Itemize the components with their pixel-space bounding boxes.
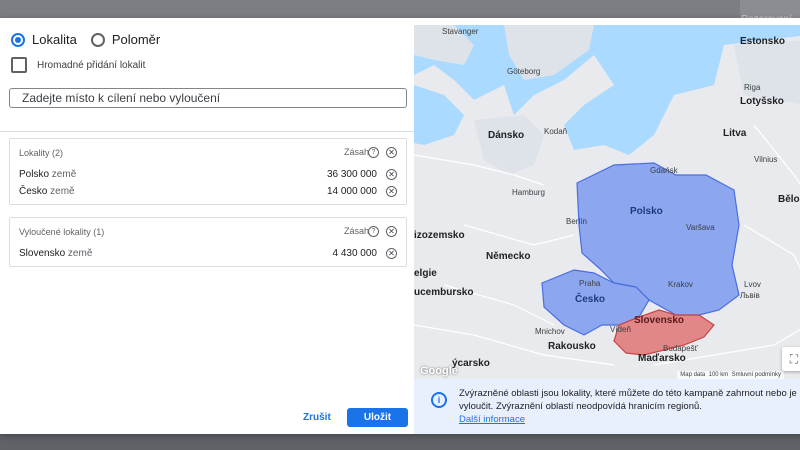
location-name: Slovensko [19, 248, 66, 259]
google-logo: Google [420, 365, 458, 377]
info-icon: i [431, 392, 447, 408]
location-name: Polsko [19, 169, 50, 180]
remove-location-icon[interactable]: ✕ [386, 186, 397, 197]
targeted-card-header: Lokality (2) Zásah ? ✕ [10, 139, 406, 167]
location-row: Česko země 14 000 000 ✕ [10, 184, 406, 201]
map-label-stavanger: Stavanger [442, 27, 479, 36]
page-backdrop [0, 0, 800, 18]
location-reach: 4 430 000 [332, 248, 378, 259]
radio-radius-label[interactable]: Poloměr [112, 32, 160, 47]
location-reach: 36 300 000 [326, 169, 377, 180]
map-label-kodan: Kodaň [544, 127, 568, 136]
map-label-cesko: Česko [575, 294, 606, 305]
map-label-riga: Riga [744, 83, 761, 92]
map-label-varsava: Varšava [686, 223, 715, 232]
location-dialog: Lokalita Poloměr Hromadné přidání lokali… [0, 18, 800, 434]
location-type: země [50, 186, 75, 197]
learn-more-link[interactable]: Další informace [459, 413, 799, 426]
excluded-card-header: Vyloučené lokality (1) Zásah ? ✕ [10, 218, 406, 246]
location-row: Polsko země 36 300 000 ✕ [10, 167, 406, 184]
map-terms-link[interactable]: Smluvní podmínky [732, 372, 781, 378]
cancel-button[interactable]: Zrušit [297, 410, 337, 425]
radio-radius[interactable] [90, 32, 105, 47]
location-row: Slovensko země 4 430 000 ✕ [10, 246, 406, 263]
map-label-goteborg: Göteborg [507, 67, 541, 76]
map-label-slovensko: Slovensko [634, 315, 685, 326]
info-banner: i Zvýrazněné oblasti jsou lokality, kter… [414, 379, 800, 434]
info-text: Zvýrazněné oblasti jsou lokality, které … [459, 388, 797, 412]
map-label-gdansk: Gdańsk [650, 166, 678, 175]
map-label-litva: Litva [723, 128, 747, 139]
map-label-nemecko: Německo [486, 251, 531, 262]
map-scale: 100 km [708, 372, 729, 378]
location-reach: 14 000 000 [326, 186, 377, 197]
map-label-budapest: Budapešť [663, 344, 698, 353]
remove-all-excluded-icon[interactable]: ✕ [386, 226, 397, 237]
map-label-madarsko: Maďarsko [638, 353, 686, 364]
map-label-lotyssko: Lotyšsko [740, 96, 784, 107]
remove-location-icon[interactable]: ✕ [386, 169, 397, 180]
map-canvas [414, 25, 800, 379]
map-label-lvov: Lvov [744, 280, 761, 289]
map[interactable]: Stavanger Estonsko Göteborg Riga Lotyšsk… [414, 25, 800, 379]
map-label-berlin: Berlín [566, 217, 587, 226]
divider [0, 131, 414, 132]
map-label-estonsko: Estonsko [740, 36, 786, 47]
location-panel: Lokalita Poloměr Hromadné přidání lokali… [0, 18, 414, 434]
targeted-title: Lokality (2) [19, 148, 64, 158]
targeted-locations-card: Lokality (2) Zásah ? ✕ Polsko země 36 30… [9, 138, 407, 205]
map-label-krakov: Krakov [668, 280, 693, 289]
map-label-praha: Praha [579, 279, 601, 288]
reach-column-header: Zásah [343, 226, 369, 236]
map-label-mnichov: Mnichov [535, 327, 565, 336]
radio-location[interactable] [11, 32, 25, 47]
location-search-input[interactable] [9, 88, 407, 108]
map-label-rakousko: Rakousko [548, 341, 596, 352]
map-label-hamburg: Hamburg [512, 188, 545, 197]
targeting-mode-group: Lokalita Poloměr [11, 32, 174, 47]
excluded-locations-card: Vyloučené lokality (1) Zásah ? ✕ Slovens… [9, 217, 407, 267]
map-data-link[interactable]: Map data [680, 372, 705, 378]
help-icon[interactable]: ? [368, 147, 379, 158]
help-icon[interactable]: ? [368, 226, 379, 237]
map-label-polsko: Polsko [630, 206, 663, 217]
save-button[interactable]: Uložit [347, 408, 408, 427]
reach-column-header: Zásah [343, 147, 369, 157]
location-type: země [67, 248, 93, 259]
location-type: země [51, 169, 77, 180]
map-label-vilnius: Vilnius [754, 155, 778, 164]
dialog-footer: Zrušit Uložit [0, 408, 414, 434]
bulk-add-row: Hromadné přidání lokalit [11, 57, 145, 73]
remove-location-icon[interactable]: ✕ [386, 248, 397, 259]
excluded-title: Vyloučené lokality (1) [19, 227, 105, 237]
bulk-add-checkbox[interactable] [11, 57, 27, 73]
map-attribution: Map data 100 km Smluvní podmínky [677, 371, 784, 379]
map-label-nizozemsko: izozemsko [414, 230, 465, 241]
map-label-lucembursko: ucembursko [414, 287, 474, 298]
radio-location-label[interactable]: Lokalita [32, 32, 77, 47]
map-label-lviv: Львів [740, 291, 760, 300]
location-name: Česko [19, 186, 48, 197]
map-label-belgie: elgie [414, 268, 437, 279]
map-label-belo: Bělo [778, 194, 800, 205]
map-label-dansko: Dánsko [488, 130, 525, 141]
bulk-add-label[interactable]: Hromadné přidání lokalit [37, 60, 145, 71]
map-label-viden: Vídeň [610, 325, 631, 334]
fullscreen-icon[interactable]: ⛶ [782, 347, 800, 371]
remove-all-targeted-icon[interactable]: ✕ [386, 147, 397, 158]
